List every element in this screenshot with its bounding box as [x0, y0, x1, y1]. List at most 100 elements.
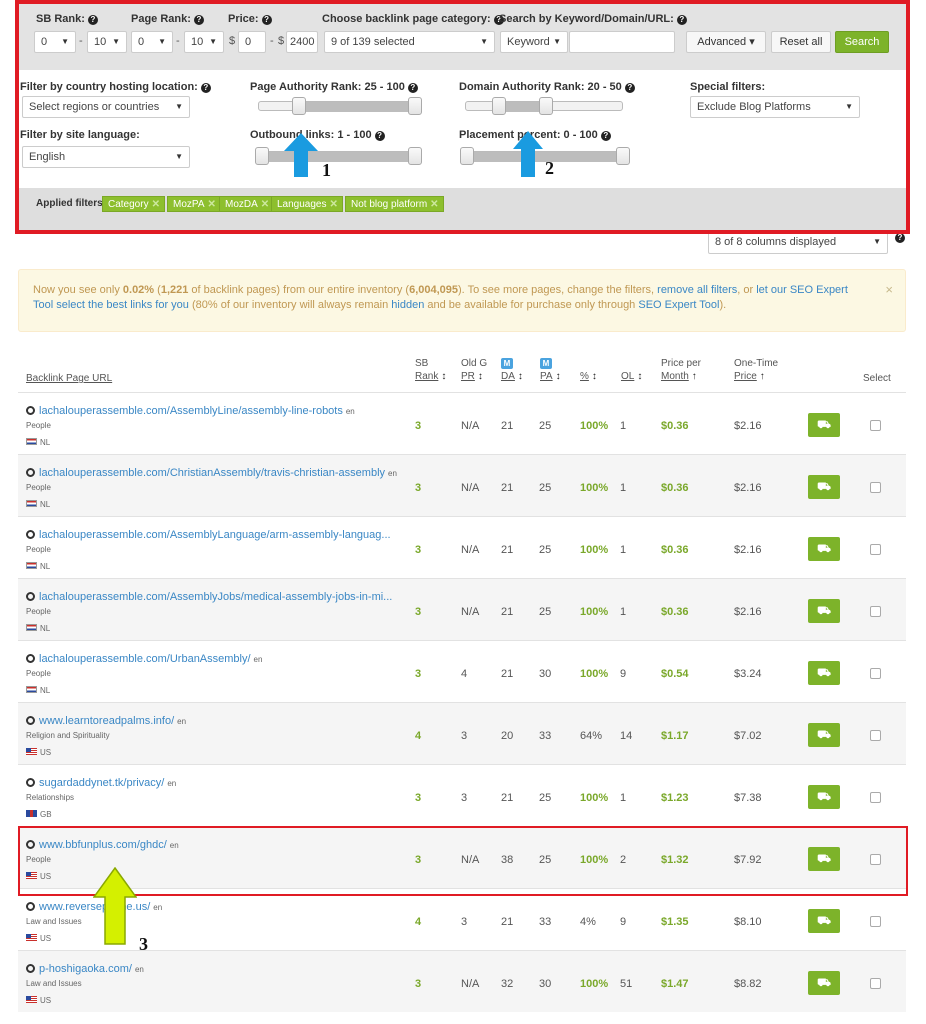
cart-icon: ⛟ — [817, 543, 831, 555]
remove-icon[interactable]: ✕ — [208, 199, 216, 210]
columns-displayed-select[interactable]: 8 of 8 columns displayed ▼ — [708, 231, 888, 254]
add-to-cart-button[interactable]: ⛟ — [808, 661, 840, 685]
slider-handle-min[interactable] — [292, 97, 306, 115]
language-select[interactable]: English ▼ — [22, 146, 190, 168]
help-icon[interactable]: ? — [624, 83, 635, 93]
cart-icon: ⛟ — [817, 667, 831, 679]
help-icon[interactable]: ? — [261, 15, 272, 25]
slider-handle-min[interactable] — [255, 147, 269, 165]
applied-filter-chip[interactable]: Languages ✕ — [271, 196, 343, 212]
ol-cell: 9 — [620, 916, 627, 928]
special-filters-select[interactable]: Exclude Blog Platforms ▼ — [690, 96, 860, 118]
select-checkbox[interactable] — [870, 730, 881, 741]
close-icon[interactable]: × — [885, 282, 893, 297]
remove-icon[interactable]: ✕ — [152, 199, 160, 210]
slider-handle-min[interactable] — [492, 97, 506, 115]
backlink-url-link[interactable]: lachalouperassemble.com/UrbanAssembly/ — [39, 653, 251, 665]
col-header-ol[interactable]: OL ↕ — [621, 370, 642, 383]
select-checkbox[interactable] — [870, 792, 881, 803]
select-checkbox[interactable] — [870, 854, 881, 865]
slider-handle-max[interactable] — [408, 147, 422, 165]
help-icon[interactable]: ? — [600, 131, 611, 141]
search-type-select[interactable]: Keyword ▼ — [500, 31, 568, 53]
sb-rank-to-select[interactable]: 10 ▼ — [87, 31, 127, 53]
select-checkbox[interactable] — [870, 668, 881, 679]
slider-handle-min[interactable] — [460, 147, 474, 165]
hidden-link[interactable]: hidden — [391, 299, 424, 311]
sb-rank-cell: 3 — [415, 544, 422, 556]
sb-rank-from-select[interactable]: 0 ▼ — [34, 31, 76, 53]
col-header-url[interactable]: Backlink Page URL — [26, 372, 112, 385]
page-authority-slider[interactable] — [258, 101, 422, 112]
ol-cell: 2 — [620, 854, 627, 866]
category-select[interactable]: 9 of 139 selected ▼ — [324, 31, 495, 53]
applied-filter-chip[interactable]: MozDA ✕ — [219, 196, 275, 212]
applied-filter-chip[interactable]: Category ✕ — [102, 196, 165, 212]
site-icon — [26, 964, 35, 973]
backlink-url-link[interactable]: lachalouperassemble.com/ChristianAssembl… — [39, 467, 385, 479]
backlink-url-link[interactable]: lachalouperassemble.com/AssemblyJobs/med… — [39, 591, 392, 603]
col-header-one-time-price[interactable]: One-Time Price ↑ — [734, 357, 778, 383]
price-to-input[interactable]: 2400 — [286, 31, 318, 53]
help-icon[interactable]: ? — [200, 83, 211, 93]
remove-icon[interactable]: ✕ — [330, 199, 338, 210]
select-checkbox[interactable] — [870, 606, 881, 617]
remove-all-filters-link[interactable]: remove all filters — [657, 284, 737, 296]
applied-filter-chip[interactable]: MozPA ✕ — [167, 196, 221, 212]
add-to-cart-button[interactable]: ⛟ — [808, 723, 840, 747]
remove-icon[interactable]: ✕ — [261, 199, 269, 210]
pa-cell: 25 — [539, 482, 552, 494]
help-icon[interactable]: ? — [676, 15, 687, 25]
price-month-cell: $1.17 — [661, 730, 689, 742]
help-icon[interactable]: ? — [407, 83, 418, 93]
backlink-url-link[interactable]: www.bbfunplus.com/ghdc/ — [39, 839, 167, 851]
select-checkbox[interactable] — [870, 916, 881, 927]
country-cell: US — [26, 930, 51, 944]
select-checkbox[interactable] — [870, 420, 881, 431]
col-header-da[interactable]: M DA ↕ — [501, 357, 523, 383]
col-header-price-month[interactable]: Price per Month ↑ — [661, 357, 701, 383]
outbound-links-slider[interactable] — [258, 151, 422, 162]
language-code: en — [345, 407, 355, 416]
page-rank-from-select[interactable]: 0 ▼ — [131, 31, 173, 53]
backlink-url-link[interactable]: lachalouperassemble.com/AssemblyLine/ass… — [39, 405, 343, 417]
add-to-cart-button[interactable]: ⛟ — [808, 785, 840, 809]
help-icon[interactable]: ? — [193, 15, 204, 25]
col-header-pr[interactable]: Old G PR ↕ — [461, 357, 487, 383]
slider-handle-max[interactable] — [616, 147, 630, 165]
applied-filter-chip[interactable]: Not blog platform ✕ — [345, 196, 444, 212]
add-to-cart-button[interactable]: ⛟ — [808, 599, 840, 623]
backlink-url-link[interactable]: p-hoshigaoka.com/ — [39, 963, 132, 975]
search-button[interactable]: Search — [835, 31, 889, 53]
search-input[interactable] — [569, 31, 675, 53]
select-checkbox[interactable] — [870, 978, 881, 989]
add-to-cart-button[interactable]: ⛟ — [808, 537, 840, 561]
add-to-cart-button[interactable]: ⛟ — [808, 909, 840, 933]
add-to-cart-button[interactable]: ⛟ — [808, 847, 840, 871]
backlink-url-link[interactable]: www.learntoreadpalms.info/ — [39, 715, 174, 727]
help-icon[interactable]: ? — [895, 233, 905, 243]
select-checkbox[interactable] — [870, 482, 881, 493]
col-header-pa[interactable]: M PA ↕ — [540, 357, 561, 383]
select-checkbox[interactable] — [870, 544, 881, 555]
col-header-percent[interactable]: % ↕ — [580, 370, 597, 383]
price-from-input[interactable]: 0 — [238, 31, 266, 53]
advanced-button[interactable]: Advanced ▾ — [686, 31, 766, 53]
add-to-cart-button[interactable]: ⛟ — [808, 971, 840, 995]
backlink-url-link[interactable]: sugardaddynet.tk/privacy/ — [39, 777, 164, 789]
add-to-cart-button[interactable]: ⛟ — [808, 475, 840, 499]
caret-down-icon: ▾ — [749, 36, 755, 48]
add-to-cart-button[interactable]: ⛟ — [808, 413, 840, 437]
backlink-url-link[interactable]: lachalouperassemble.com/AssemblyLanguage… — [39, 529, 391, 541]
remove-icon[interactable]: ✕ — [430, 199, 438, 210]
col-header-sb-rank[interactable]: SB Rank ↕ — [415, 357, 446, 383]
ol-cell: 1 — [620, 544, 627, 556]
help-icon[interactable]: ? — [374, 131, 385, 141]
help-icon[interactable]: ? — [87, 15, 98, 25]
page-rank-to-select[interactable]: 10 ▼ — [184, 31, 224, 53]
country-select[interactable]: Select regions or countries ▼ — [22, 96, 190, 118]
seo-expert-tool-link[interactable]: SEO Expert Tool — [638, 299, 719, 311]
reset-all-button[interactable]: Reset all — [771, 31, 831, 53]
slider-handle-max[interactable] — [539, 97, 553, 115]
slider-handle-max[interactable] — [408, 97, 422, 115]
